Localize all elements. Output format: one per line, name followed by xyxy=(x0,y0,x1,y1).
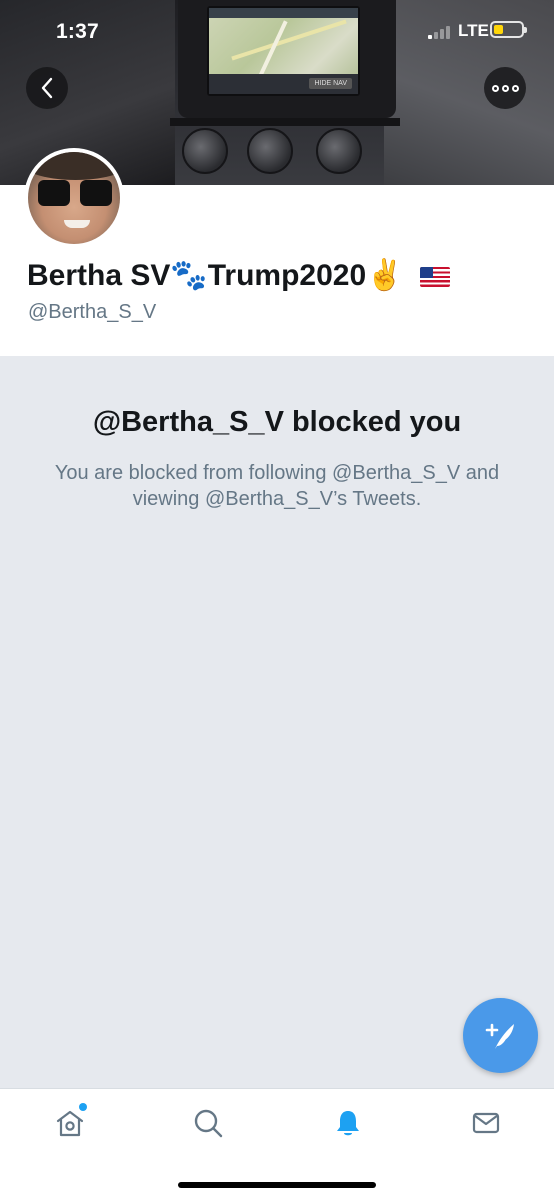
avatar-photo xyxy=(28,152,120,244)
more-options-button[interactable] xyxy=(484,67,526,109)
banner-vent xyxy=(170,118,400,126)
banner-knob xyxy=(247,128,293,174)
cellular-signal-icon xyxy=(428,25,454,39)
mail-icon xyxy=(472,1112,500,1134)
display-name-text: Bertha SV🐾Trump2020✌️ xyxy=(27,259,404,292)
tab-home[interactable] xyxy=(50,1103,90,1143)
tab-search[interactable] xyxy=(188,1103,228,1143)
us-flag-icon xyxy=(419,267,450,288)
compose-tweet-icon xyxy=(485,1023,514,1049)
banner-knob xyxy=(182,128,228,174)
more-dots-icon xyxy=(491,84,519,92)
chevron-left-icon xyxy=(41,77,53,99)
blocked-notice-area: @Bertha_S_V blocked you You are blocked … xyxy=(0,356,554,1088)
back-button[interactable] xyxy=(26,67,68,109)
profile-handle: @Bertha_S_V xyxy=(28,301,157,323)
banner-nav-screen: HIDE NAV xyxy=(207,6,360,96)
profile-display-name: Bertha SV🐾Trump2020✌️ xyxy=(27,258,450,293)
home-indicator xyxy=(178,1182,376,1188)
banner-knob xyxy=(316,128,362,174)
home-icon xyxy=(56,1110,84,1137)
status-time: 1:37 xyxy=(56,20,99,43)
compose-tweet-button[interactable] xyxy=(463,998,538,1073)
tab-messages[interactable] xyxy=(466,1103,506,1143)
blocked-description: You are blocked from following @Bertha_S… xyxy=(54,462,500,510)
search-icon xyxy=(194,1109,223,1138)
battery-icon xyxy=(490,21,527,38)
bell-icon xyxy=(337,1111,359,1136)
network-type: LTE xyxy=(458,21,489,40)
profile-avatar[interactable] xyxy=(24,148,124,248)
blocked-title: @Bertha_S_V blocked you xyxy=(92,406,462,438)
tab-notifications[interactable] xyxy=(328,1103,368,1143)
home-notification-dot xyxy=(79,1103,87,1111)
